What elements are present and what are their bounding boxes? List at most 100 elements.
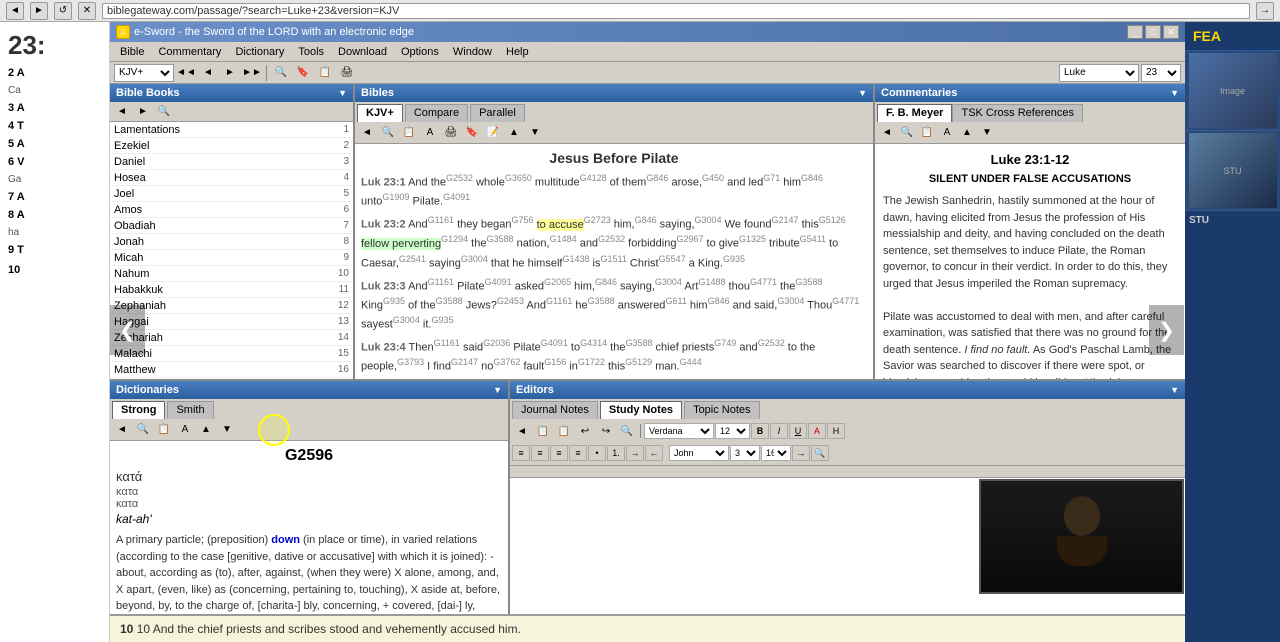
- book-matthew[interactable]: Matthew16: [110, 362, 353, 378]
- book-amos[interactable]: Amos6: [110, 202, 353, 218]
- book-jump-select[interactable]: Luke: [1059, 64, 1139, 82]
- bible-copy[interactable]: 📋: [399, 124, 419, 142]
- book-habakkuk[interactable]: Habakkuk11: [110, 282, 353, 298]
- copy-btn[interactable]: 📋: [315, 64, 335, 82]
- bold-btn[interactable]: B: [751, 423, 769, 439]
- editor-copy[interactable]: 📋: [533, 422, 553, 440]
- highlight-btn[interactable]: H: [827, 423, 845, 439]
- forward-button[interactable]: ►: [30, 2, 48, 20]
- book-zechariah[interactable]: Zechariah14: [110, 330, 353, 346]
- verse-ref-select[interactable]: 16: [761, 445, 791, 461]
- tab-tsk[interactable]: TSK Cross References: [952, 104, 1082, 122]
- tab-journal-notes[interactable]: Journal Notes: [512, 401, 598, 419]
- minimize-button[interactable]: _: [1127, 25, 1143, 39]
- underline-btn[interactable]: U: [789, 423, 807, 439]
- tab-topic-notes[interactable]: Topic Notes: [684, 401, 759, 419]
- color-btn[interactable]: A: [808, 423, 826, 439]
- chapter-ref-select[interactable]: 3: [730, 445, 760, 461]
- next-chapter-btn[interactable]: ►: [220, 64, 240, 82]
- sidebar-thumb-2[interactable]: STU: [1185, 131, 1280, 211]
- font-size-select[interactable]: 12: [715, 423, 750, 439]
- book-joel[interactable]: Joel5: [110, 186, 353, 202]
- book-malachi[interactable]: Malachi15: [110, 346, 353, 362]
- sidebar-thumb-1[interactable]: Image: [1185, 51, 1280, 131]
- dict-collapse[interactable]: ▼: [493, 385, 502, 395]
- comm-scroll-up[interactable]: ▲: [957, 124, 977, 142]
- menu-help[interactable]: Help: [500, 44, 535, 60]
- bible-note[interactable]: 📝: [483, 124, 503, 142]
- tab-kjv[interactable]: KJV+: [357, 104, 403, 122]
- tab-smith[interactable]: Smith: [167, 401, 213, 419]
- dict-scroll-up[interactable]: ▲: [196, 421, 216, 439]
- comm-font[interactable]: A: [937, 124, 957, 142]
- comm-search[interactable]: 🔍: [897, 124, 917, 142]
- address-bar[interactable]: [102, 3, 1250, 19]
- menu-commentary[interactable]: Commentary: [152, 44, 227, 60]
- books-next[interactable]: ►: [133, 103, 153, 121]
- book-haggai[interactable]: Haggai13: [110, 314, 353, 330]
- menu-tools[interactable]: Tools: [292, 44, 330, 60]
- number-list[interactable]: 1.: [607, 445, 625, 461]
- ref-go[interactable]: →: [792, 445, 810, 461]
- book-zephaniah[interactable]: Zephaniah12: [110, 298, 353, 314]
- editor-undo[interactable]: ↩: [575, 422, 595, 440]
- book-jonah[interactable]: Jonah8: [110, 234, 353, 250]
- book-obadiah[interactable]: Obadiah7: [110, 218, 353, 234]
- menu-bible[interactable]: Bible: [114, 44, 150, 60]
- dict-search-btn[interactable]: 🔍: [133, 421, 153, 439]
- menu-window[interactable]: Window: [447, 44, 498, 60]
- comm-scroll-down[interactable]: ▼: [977, 124, 997, 142]
- prev-book-btn[interactable]: ◄◄: [176, 64, 196, 82]
- chapter-jump-select[interactable]: 23: [1141, 64, 1181, 82]
- align-justify[interactable]: ≡: [569, 445, 587, 461]
- version-select[interactable]: KJV+: [114, 64, 174, 82]
- book-nahum[interactable]: Nahum10: [110, 266, 353, 282]
- tab-fb-meyer[interactable]: F. B. Meyer: [877, 104, 952, 122]
- bible-books-collapse[interactable]: ▼: [338, 88, 347, 98]
- align-center[interactable]: ≡: [531, 445, 549, 461]
- bible-scroll-down[interactable]: ▼: [525, 124, 545, 142]
- maximize-button[interactable]: □: [1145, 25, 1161, 39]
- book-ezekiel[interactable]: Ezekiel2: [110, 138, 353, 154]
- reload-button[interactable]: ↺: [54, 2, 72, 20]
- outdent[interactable]: ←: [645, 445, 663, 461]
- dict-scroll-down[interactable]: ▼: [217, 421, 237, 439]
- bible-prev[interactable]: ◄: [357, 124, 377, 142]
- editor-paste[interactable]: 📋: [554, 422, 574, 440]
- left-nav-arrow[interactable]: ❮: [110, 305, 145, 355]
- bible-font[interactable]: A: [420, 124, 440, 142]
- book-ref-select[interactable]: John: [669, 445, 729, 461]
- ref-search[interactable]: 🔍: [811, 445, 829, 461]
- tab-study-notes[interactable]: Study Notes: [600, 401, 682, 419]
- commentaries-collapse[interactable]: ▼: [1170, 88, 1179, 98]
- bible-search[interactable]: 🔍: [378, 124, 398, 142]
- book-micah[interactable]: Micah9: [110, 250, 353, 266]
- menu-dictionary[interactable]: Dictionary: [229, 44, 290, 60]
- dict-copy[interactable]: 📋: [154, 421, 174, 439]
- align-left[interactable]: ≡: [512, 445, 530, 461]
- back-button[interactable]: ◄: [6, 2, 24, 20]
- dict-prev[interactable]: ◄: [112, 421, 132, 439]
- stop-button[interactable]: ✕: [78, 2, 96, 20]
- bullet-list[interactable]: •: [588, 445, 606, 461]
- prev-chapter-btn[interactable]: ◄: [198, 64, 218, 82]
- bible-scroll-up[interactable]: ▲: [504, 124, 524, 142]
- editors-collapse[interactable]: ▼: [1170, 385, 1179, 395]
- close-button[interactable]: ✕: [1163, 25, 1179, 39]
- tab-compare[interactable]: Compare: [405, 104, 468, 122]
- print-btn[interactable]: 🖨: [337, 64, 357, 82]
- tab-parallel[interactable]: Parallel: [470, 104, 525, 122]
- editor-prev[interactable]: ◄: [512, 422, 532, 440]
- bookmark-btn[interactable]: 🔖: [293, 64, 313, 82]
- next-book-btn[interactable]: ►►: [242, 64, 262, 82]
- bible-print[interactable]: 🖨: [441, 124, 461, 142]
- align-right[interactable]: ≡: [550, 445, 568, 461]
- books-search[interactable]: 🔍: [154, 103, 174, 121]
- books-prev[interactable]: ◄: [112, 103, 132, 121]
- search-btn[interactable]: 🔍: [271, 64, 291, 82]
- tab-strong[interactable]: Strong: [112, 401, 165, 419]
- book-hosea[interactable]: Hosea4: [110, 170, 353, 186]
- bible-bookmark[interactable]: 🔖: [462, 124, 482, 142]
- comm-copy[interactable]: 📋: [917, 124, 937, 142]
- book-lamentations[interactable]: Lamentations1: [110, 122, 353, 138]
